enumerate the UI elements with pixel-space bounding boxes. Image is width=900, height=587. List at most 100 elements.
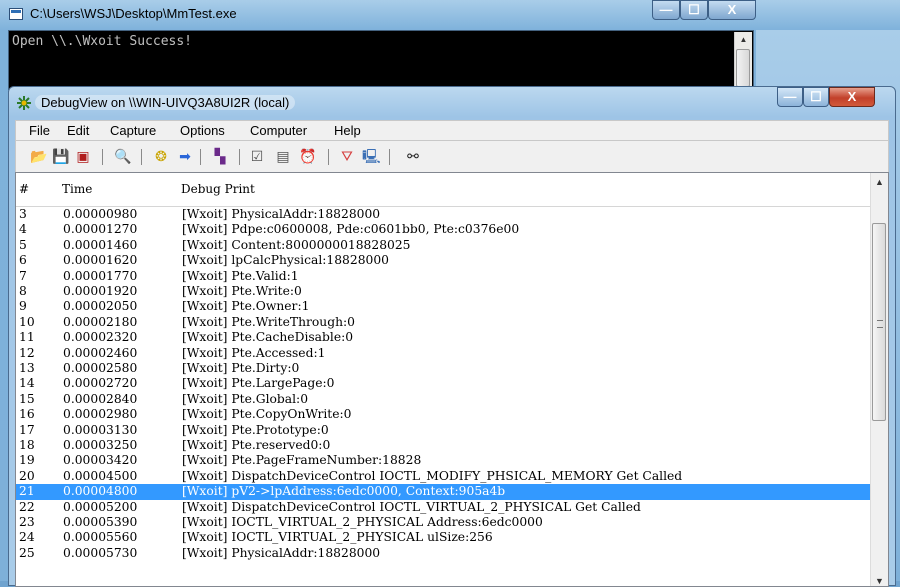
toolbar-separator [200, 149, 201, 165]
save-icon[interactable]: 💾 [52, 147, 70, 165]
menu-file[interactable]: File [29, 123, 50, 138]
row-number: 20 [19, 468, 35, 483]
menu-edit[interactable]: Edit [67, 123, 89, 138]
list-row[interactable]: 22 0.00005200 [Wxoit] DispatchDeviceContro… [16, 500, 872, 515]
row-debug-print: [Wxoit] Pte.reserved0:0 [182, 438, 331, 452]
row-debug-print: [Wxoit] pV2->lpAddress:6edc0000, Context… [182, 484, 506, 499]
row-time: 0.00002840 [63, 391, 138, 406]
toolbar-separator [102, 149, 103, 165]
console-scrollbar[interactable]: ▲ [734, 32, 752, 88]
list-row[interactable]: 11 0.00002320 [Wxoit] Pte.CacheDisable:0 [16, 330, 872, 345]
row-debug-print: [Wxoit] IOCTL_VIRTUAL_2_PHYSICAL Address… [182, 515, 543, 529]
row-time: 0.00002980 [63, 407, 138, 422]
row-time: 0.00001770 [63, 268, 138, 283]
row-debug-print: [Wxoit] PhysicalAddr:18828000 [182, 545, 381, 560]
row-number: 21 [19, 484, 35, 499]
row-time: 0.00005560 [63, 530, 138, 545]
list-row[interactable]: 18 0.00003250 [Wxoit] Pte.reserved0:0 [16, 438, 872, 453]
console-maximize-button[interactable]: ☐ [680, 0, 708, 20]
row-time: 0.00001460 [63, 237, 138, 252]
column-header-debug-print[interactable]: Debug Print [181, 182, 255, 196]
row-debug-print: [Wxoit] Pte.Global:0 [182, 391, 309, 406]
menu-help[interactable]: Help [334, 123, 361, 138]
row-time: 0.00002320 [63, 330, 138, 345]
list-row[interactable]: 14 0.00002720 [Wxoit] Pte.LargePage:0 [16, 376, 872, 391]
list-row[interactable]: 13 0.00002580 [Wxoit] Pte.Dirty:0 [16, 361, 872, 376]
row-debug-print: [Wxoit] DispatchDeviceControl IOCTL_VIRT… [182, 499, 641, 514]
list-row[interactable]: 8 0.00001920 [Wxoit] Pte.Write:0 [16, 284, 872, 299]
list-row[interactable]: 10 0.00002180 [Wxoit] Pte.WriteThrough:0 [16, 315, 872, 330]
list-row[interactable]: 7 0.00001770 [Wxoit] Pte.Valid:1 [16, 269, 872, 284]
highlight-icon[interactable]: ⛛ [338, 147, 356, 165]
row-time: 0.00003130 [63, 422, 138, 437]
column-header-number[interactable]: # [19, 182, 29, 196]
row-time: 0.00005730 [63, 545, 138, 560]
row-debug-print: [Wxoit] Pte.PageFrameNumber:18828 [182, 453, 422, 468]
list-row[interactable]: 12 0.00002460 [Wxoit] Pte.Accessed:1 [16, 346, 872, 361]
row-number: 7 [19, 268, 27, 283]
list-row[interactable]: 17 0.00003130 [Wxoit] Pte.Prototype:0 [16, 423, 872, 438]
menu-bar: File Edit Capture Options Computer Help [15, 120, 889, 141]
clear-icon[interactable]: ▣ [74, 147, 92, 165]
options-icon[interactable]: ☑ [248, 147, 266, 165]
row-debug-print: [Wxoit] Content:8000000018828025 [182, 237, 411, 252]
history-icon[interactable]: ▤ [274, 147, 292, 165]
clock-icon[interactable]: ⏰ [299, 147, 317, 165]
debugview-minimize-button[interactable]: — [777, 87, 803, 107]
row-number: 22 [19, 499, 35, 514]
computer-icon[interactable]: 🖳 [362, 147, 381, 165]
list-row[interactable]: 16 0.00002980 [Wxoit] Pte.CopyOnWrite:0 [16, 407, 872, 422]
menu-options[interactable]: Options [180, 123, 225, 138]
open-folder-icon[interactable]: 📂 [30, 147, 48, 165]
list-row[interactable]: 21 0.00004800 [Wxoit] pV2->lpAddress:6edc0… [16, 484, 872, 500]
row-debug-print: [Wxoit] Pte.Prototype:0 [182, 422, 329, 437]
list-scroll-thumb[interactable] [872, 223, 886, 421]
binoculars-icon[interactable]: ⚯ [404, 147, 422, 165]
capture-icon[interactable]: ❂ [152, 147, 170, 165]
list-row[interactable]: 5 0.00001460 [Wxoit] Content:8000000018828… [16, 238, 872, 253]
scroll-up-arrow-icon[interactable]: ▲ [871, 177, 888, 187]
row-debug-print: [Wxoit] DispatchDeviceControl IOCTL_MODI… [182, 468, 683, 483]
list-row[interactable]: 6 0.00001620 [Wxoit] lpCalcPhysical:188280… [16, 253, 872, 268]
debugview-app-icon [17, 96, 31, 110]
autoscroll-icon[interactable]: ➡ [176, 147, 194, 165]
row-debug-print: [Wxoit] Pte.Owner:1 [182, 299, 310, 314]
list-row[interactable]: 9 0.00002050 [Wxoit] Pte.Owner:1 [16, 299, 872, 314]
console-output-text: Open \\.\Wxoit Success! [12, 34, 193, 49]
console-titlebar[interactable]: C:\Users\WSJ\Desktop\MmTest.exe — ☐ X [0, 0, 900, 28]
console-close-button[interactable]: X [708, 0, 756, 20]
list-row[interactable]: 24 0.00005560 [Wxoit] IOCTL_VIRTUAL_2_PHYS… [16, 530, 872, 545]
debugview-close-button[interactable]: X [829, 87, 875, 107]
list-row[interactable]: 23 0.00005390 [Wxoit] IOCTL_VIRTUAL_2_PHYS… [16, 515, 872, 530]
console-scroll-thumb[interactable] [736, 49, 750, 87]
row-number: 15 [19, 391, 35, 406]
list-row[interactable]: 4 0.00001270 [Wxoit] Pdpe:c0600008, Pde:c0… [16, 222, 872, 237]
row-number: 9 [19, 299, 27, 314]
find-icon[interactable]: 🔍 [114, 147, 132, 165]
row-number: 11 [19, 330, 35, 345]
debugview-title: DebugView on \\WIN-UIVQ3A8UI2R (local) [35, 95, 296, 110]
menu-capture[interactable]: Capture [110, 123, 156, 138]
list-row[interactable]: 15 0.00002840 [Wxoit] Pte.Global:0 [16, 392, 872, 407]
row-number: 8 [19, 284, 27, 298]
list-scrollbar[interactable]: ▲ ▼ [870, 173, 888, 586]
console-output-area[interactable]: Open \\.\Wxoit Success! ▲ [8, 30, 754, 90]
row-debug-print: [Wxoit] Pte.WriteThrough:0 [182, 314, 355, 329]
debug-output-list[interactable]: # Time Debug Print 3 0.00000980 [Wxoit] Ph… [15, 172, 889, 587]
menu-computer[interactable]: Computer [250, 123, 307, 138]
toolbar-separator [389, 149, 390, 165]
row-time: 0.00003250 [63, 438, 138, 452]
column-header-time[interactable]: Time [62, 182, 92, 196]
filter-icon[interactable]: ▚ [211, 147, 229, 165]
console-minimize-button[interactable]: — [652, 0, 680, 20]
scroll-down-arrow-icon[interactable]: ▼ [871, 576, 888, 586]
list-row[interactable]: 25 0.00005730 [Wxoit] PhysicalAddr:1882800… [16, 546, 872, 561]
list-row[interactable]: 20 0.00004500 [Wxoit] DispatchDeviceContro… [16, 469, 872, 484]
row-debug-print: [Wxoit] Pte.Accessed:1 [182, 345, 326, 360]
row-number: 4 [19, 222, 27, 237]
list-row[interactable]: 19 0.00003420 [Wxoit] Pte.PageFrameNumber:… [16, 453, 872, 468]
list-row[interactable]: 3 0.00000980 [Wxoit] PhysicalAddr:18828000 [16, 207, 872, 222]
scroll-up-arrow-icon[interactable]: ▲ [735, 35, 752, 44]
row-debug-print: [Wxoit] Pdpe:c0600008, Pde:c0601bb0, Pte… [182, 222, 520, 237]
debugview-maximize-button[interactable]: ☐ [803, 87, 829, 107]
